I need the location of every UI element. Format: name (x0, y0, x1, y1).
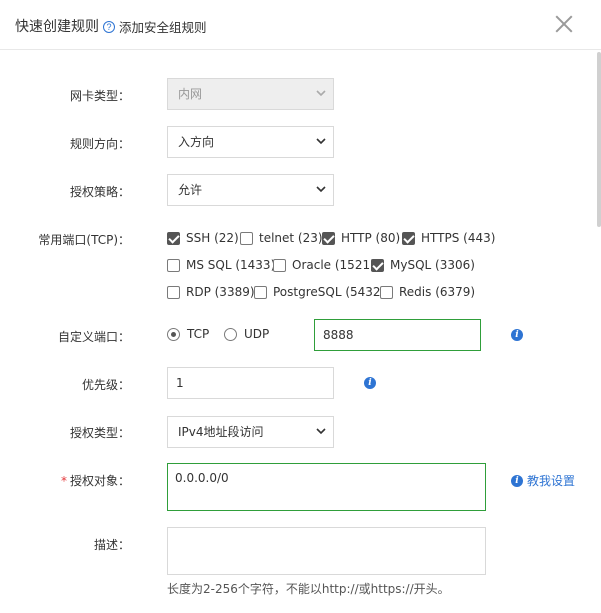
port-checkbox-label: SSH (22) (186, 231, 239, 245)
close-icon[interactable] (553, 13, 575, 35)
checkbox-box (240, 231, 253, 245)
port-checkbox[interactable]: RDP (3389) (167, 285, 255, 299)
port-checkbox[interactable]: HTTP (80) (322, 231, 400, 245)
common-ports-label: 常用端口(TCP)： (38, 233, 130, 247)
auth-type-value: IPv4地址段访问 (178, 425, 264, 439)
port-checkbox[interactable]: Oracle (1521) (273, 258, 375, 272)
tcp-radio[interactable]: TCP (167, 327, 209, 341)
nic-type-select: 内网 (167, 78, 334, 110)
chevron-down-icon (316, 90, 326, 97)
priority-label: 优先级： (81, 378, 130, 392)
port-checkbox[interactable]: Redis (6379) (380, 285, 475, 299)
help-circle-icon: ? (103, 20, 115, 33)
auth-object-label-text: 授权对象： (69, 474, 130, 488)
checkbox-box (380, 285, 393, 299)
port-checkbox[interactable]: telnet (23) (240, 231, 323, 245)
info-icon: i (511, 474, 523, 487)
port-checkbox[interactable]: PostgreSQL (5432) (254, 285, 385, 299)
udp-radio-dot (224, 327, 237, 341)
chevron-down-icon (316, 428, 326, 435)
policy-select[interactable]: 允许 (167, 174, 334, 206)
direction-select[interactable]: 入方向 (167, 126, 334, 158)
auth-type-label: 授权类型： (69, 426, 130, 440)
required-mark: * (60, 474, 67, 488)
chevron-down-icon (316, 138, 326, 145)
teach-me-label: 教我设置 (527, 474, 576, 488)
teach-me-link[interactable]: i 教我设置 (511, 472, 575, 489)
direction-label: 规则方向： (69, 137, 130, 151)
description-textarea[interactable] (167, 527, 486, 575)
port-checkbox-label: RDP (3389) (186, 285, 255, 299)
port-checkbox[interactable]: MS SQL (1433) (167, 258, 275, 272)
tcp-radio-dot (167, 327, 180, 341)
port-checkbox-label: Oracle (1521) (292, 258, 375, 272)
nic-type-value: 内网 (178, 87, 203, 101)
port-checkbox[interactable]: SSH (22) (167, 231, 239, 245)
checkbox-box (273, 258, 286, 272)
port-checkbox-label: Redis (6379) (399, 285, 476, 299)
description-label: 描述： (93, 538, 130, 552)
checkbox-box (167, 285, 180, 299)
checkbox-box (254, 285, 267, 299)
auth-type-select[interactable]: IPv4地址段访问 (167, 416, 334, 448)
udp-radio-label: UDP (244, 327, 270, 341)
auth-object-textarea[interactable]: 0.0.0.0/0 (167, 463, 486, 511)
nic-type-label: 网卡类型： (69, 89, 130, 103)
checkbox-box (167, 258, 180, 272)
custom-port-input[interactable]: 8888 (314, 319, 481, 351)
port-checkbox-label: MySQL (3306) (390, 258, 475, 272)
add-rule-help-link[interactable]: ? 添加安全组规则 (103, 17, 207, 36)
port-checkbox-label: MS SQL (1433) (186, 258, 276, 272)
scrollbar[interactable] (597, 52, 601, 227)
port-checkbox-label: HTTP (80) (341, 231, 401, 245)
checkbox-box (371, 258, 384, 272)
port-checkbox-label: HTTPS (443) (421, 231, 496, 245)
port-checkbox-label: PostgreSQL (5432) (273, 285, 386, 299)
udp-radio[interactable]: UDP (224, 327, 269, 341)
checkbox-box (167, 231, 180, 245)
port-checkbox-label: telnet (23) (259, 231, 323, 245)
direction-value: 入方向 (178, 135, 215, 149)
policy-value: 允许 (178, 183, 203, 197)
help-link-label: 添加安全组规则 (119, 20, 207, 35)
port-checkbox[interactable]: HTTPS (443) (402, 231, 495, 245)
priority-input[interactable]: 1 (167, 367, 334, 399)
description-hint: 长度为2-256个字符，不能以http://或https://开头。 (167, 582, 450, 596)
info-icon[interactable]: i (511, 329, 523, 341)
tcp-radio-label: TCP (187, 327, 210, 341)
auth-object-label: * 授权对象： (0, 472, 130, 489)
dialog-header: 快速创建规则 ? 添加安全组规则 (0, 0, 601, 50)
custom-port-label: 自定义端口： (57, 330, 130, 344)
port-checkbox[interactable]: MySQL (3306) (371, 258, 475, 272)
checkbox-box (402, 231, 415, 245)
policy-label: 授权策略： (69, 185, 130, 199)
info-icon[interactable]: i (364, 377, 376, 389)
dialog-title: 快速创建规则 (15, 19, 99, 35)
checkbox-box (322, 231, 335, 245)
chevron-down-icon (316, 186, 326, 193)
